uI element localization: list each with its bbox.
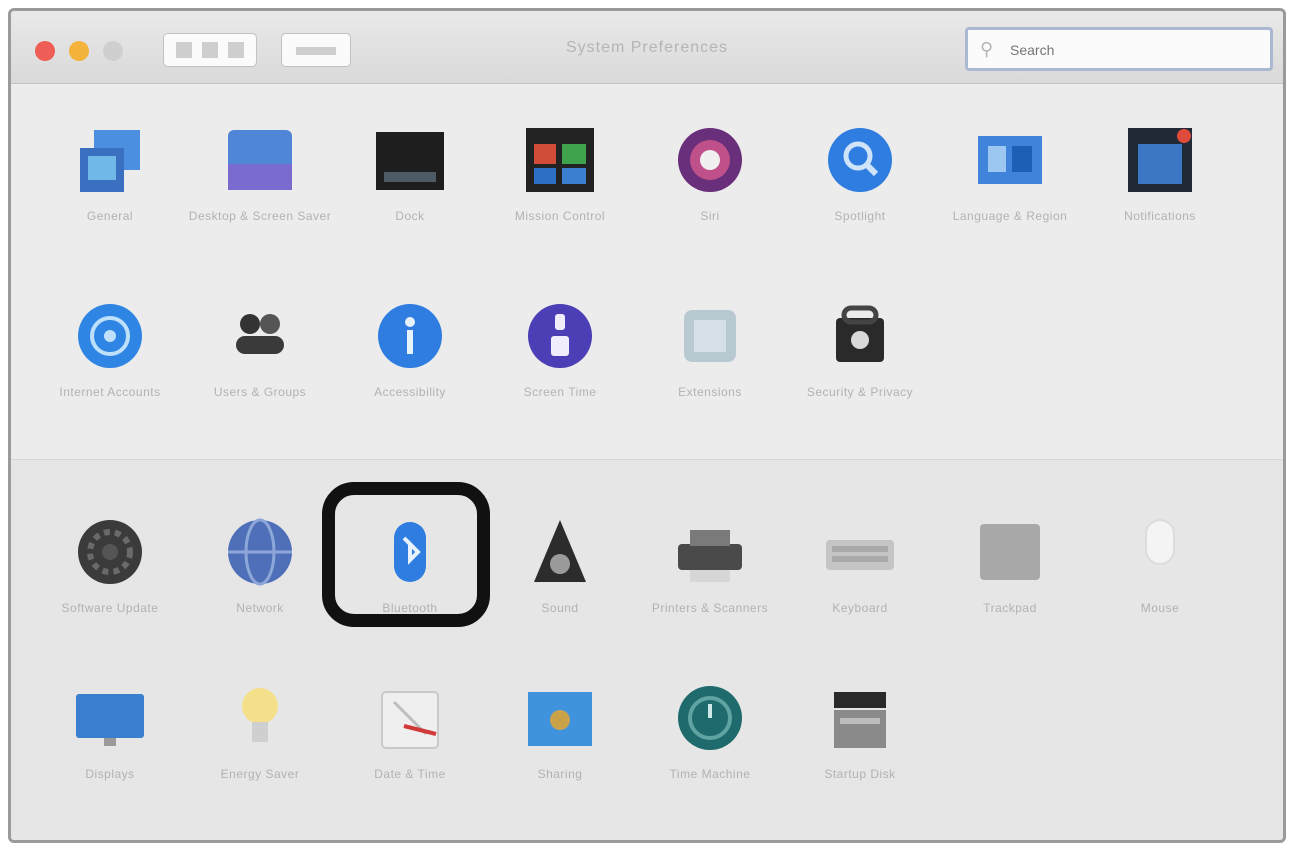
pane-energy-saver[interactable]: Energy Saver xyxy=(185,682,335,840)
startup-disk-icon xyxy=(834,692,886,748)
network-icon xyxy=(228,518,292,586)
pane-label: Date & Time xyxy=(374,767,446,781)
security-privacy-icon xyxy=(836,305,884,362)
pane-siri[interactable]: Siri xyxy=(635,124,785,284)
pane-label: Time Machine xyxy=(669,767,751,781)
pane-label: Extensions xyxy=(678,385,742,399)
pane-date-time[interactable]: Date & Time xyxy=(335,682,485,840)
energy-saver-icon xyxy=(242,688,278,742)
pane-displays[interactable]: Displays xyxy=(35,682,185,840)
users-groups-icon xyxy=(236,314,284,354)
preferences-section-hardware: Software Update Network Bluetooth Sound … xyxy=(11,459,1283,840)
search-input[interactable] xyxy=(1008,38,1262,62)
preferences-section-personal: General Desktop & Screen Saver Dock Miss… xyxy=(11,84,1283,458)
extensions-icon xyxy=(684,310,736,362)
spotlight-icon xyxy=(828,128,892,192)
search-field[interactable]: ⚲ xyxy=(965,27,1273,71)
pane-label: Displays xyxy=(85,767,135,781)
pane-time-machine[interactable]: Time Machine xyxy=(635,682,785,840)
search-icon: ⚲ xyxy=(980,39,994,59)
pane-sharing[interactable]: Sharing xyxy=(485,682,635,840)
pane-language-region[interactable]: Language & Region xyxy=(935,124,1085,284)
pane-label: Internet Accounts xyxy=(59,385,161,399)
pane-notifications[interactable]: Notifications xyxy=(1085,124,1235,284)
pane-software-update[interactable]: Software Update xyxy=(35,516,185,676)
pane-label: Startup Disk xyxy=(824,767,896,781)
pane-label: Desktop & Screen Saver xyxy=(188,209,332,223)
siri-icon xyxy=(678,128,742,192)
pane-label: Siri xyxy=(700,209,720,223)
pane-users-groups[interactable]: Users & Groups xyxy=(185,300,335,460)
internet-accounts-icon xyxy=(78,304,142,368)
pane-label: Trackpad xyxy=(983,601,1037,615)
pane-mission-control[interactable]: Mission Control xyxy=(485,124,635,284)
pane-label: Dock xyxy=(395,209,425,223)
keyboard-icon xyxy=(826,540,894,570)
pane-label: Users & Groups xyxy=(213,385,307,399)
system-preferences-window: System Preferences ⚲ General Desktop & S… xyxy=(8,8,1286,843)
pane-extensions[interactable]: Extensions xyxy=(635,300,785,460)
desktop-screensaver-icon xyxy=(228,130,292,190)
pane-spotlight[interactable]: Spotlight xyxy=(785,124,935,284)
pane-trackpad[interactable]: Trackpad xyxy=(935,516,1085,676)
pane-general[interactable]: General xyxy=(35,124,185,284)
pane-label: Software Update xyxy=(61,601,159,615)
screen-time-icon xyxy=(528,304,592,368)
pane-label: Mouse xyxy=(1140,601,1180,615)
mission-control-icon xyxy=(526,128,594,192)
pane-label: Screen Time xyxy=(523,385,597,399)
accessibility-icon xyxy=(378,304,442,368)
pane-mouse[interactable]: Mouse xyxy=(1085,516,1235,676)
pane-label: Keyboard xyxy=(832,601,888,615)
dock-icon xyxy=(376,132,444,190)
pane-network[interactable]: Network xyxy=(185,516,335,676)
pane-desktop-screensaver[interactable]: Desktop & Screen Saver xyxy=(185,124,335,284)
mouse-icon xyxy=(1145,519,1175,565)
pane-label: Accessibility xyxy=(374,385,446,399)
pane-screen-time[interactable]: Screen Time xyxy=(485,300,635,460)
pane-label: Language & Region xyxy=(952,209,1068,223)
pane-security-privacy[interactable]: Security & Privacy xyxy=(785,300,935,460)
title-bar: System Preferences ⚲ xyxy=(11,11,1283,84)
date-time-icon xyxy=(381,691,439,749)
sound-icon xyxy=(534,520,586,582)
notifications-icon xyxy=(1128,128,1192,192)
printers-scanners-icon xyxy=(678,530,742,582)
trackpad-icon xyxy=(980,524,1040,580)
pane-label: Notifications xyxy=(1124,209,1196,223)
pane-label: Spotlight xyxy=(834,209,886,223)
pane-label: General xyxy=(86,209,134,223)
pane-sound[interactable]: Sound xyxy=(485,516,635,676)
pane-label: Security & Privacy xyxy=(806,385,914,399)
pane-accessibility[interactable]: Accessibility xyxy=(335,300,485,460)
time-machine-icon xyxy=(678,686,742,750)
sharing-icon xyxy=(528,692,592,746)
general-icon xyxy=(80,130,140,192)
pane-label: Sound xyxy=(541,601,579,615)
pane-label: Energy Saver xyxy=(220,767,300,781)
pane-keyboard[interactable]: Keyboard xyxy=(785,516,935,676)
pane-dock[interactable]: Dock xyxy=(335,124,485,284)
pane-internet-accounts[interactable]: Internet Accounts xyxy=(35,300,185,460)
software-update-icon xyxy=(78,520,142,584)
pane-label: Sharing xyxy=(537,767,583,781)
displays-icon xyxy=(76,694,144,746)
pane-label: Network xyxy=(236,601,284,615)
language-region-icon xyxy=(978,136,1042,184)
pane-printers-scanners[interactable]: Printers & Scanners xyxy=(635,516,785,676)
pane-label: Mission Control xyxy=(514,209,606,223)
pane-label: Printers & Scanners xyxy=(651,601,769,615)
pane-startup-disk[interactable]: Startup Disk xyxy=(785,682,935,840)
bluetooth-highlight-callout xyxy=(322,482,490,627)
